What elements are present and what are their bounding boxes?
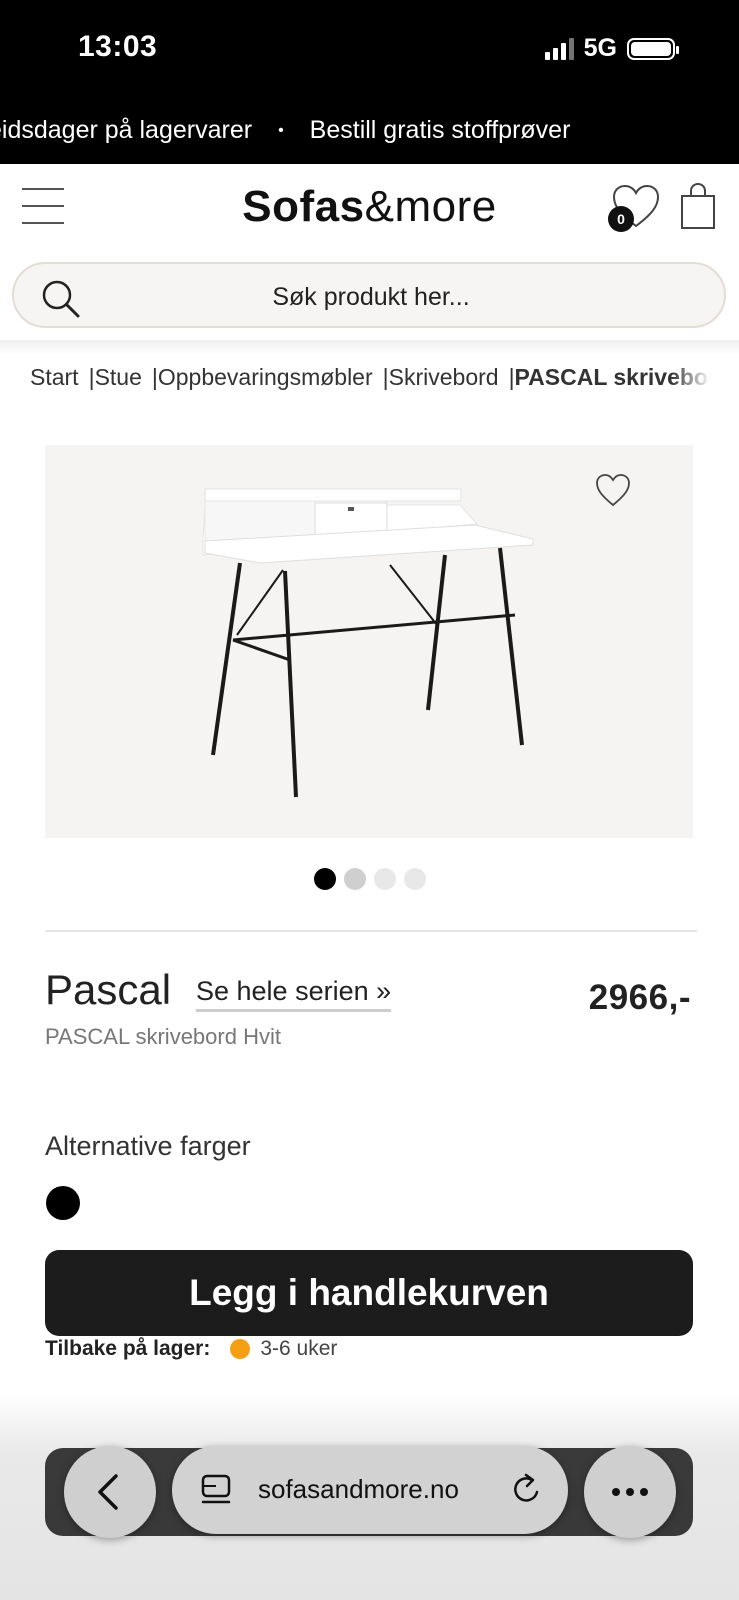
alternative-colors-title: Alternative farger	[45, 1131, 251, 1161]
shopping-bag-icon	[681, 182, 715, 229]
breadcrumb-item-oppbevaringsmobler[interactable]: Oppbevaringsmøbler	[158, 364, 373, 390]
cart-button[interactable]	[678, 182, 718, 230]
ticker-separator: •	[278, 121, 284, 139]
search-input[interactable]: Søk produkt her...	[14, 283, 728, 312]
address-bar[interactable]: sofasandmore.no	[172, 1446, 568, 1534]
stock-status-dot	[230, 1339, 251, 1359]
divider	[45, 930, 697, 932]
signal-icon	[544, 37, 574, 60]
stock-label: Tilbake på lager:	[45, 1337, 211, 1360]
chevron-left-icon	[98, 1474, 118, 1510]
network-label: 5G	[583, 34, 617, 62]
reload-icon[interactable]	[510, 1472, 544, 1508]
product-name: Pascal	[45, 966, 172, 1013]
breadcrumb: Start |Stue |Oppbevaringsmøbler |Skrivebord…	[30, 364, 710, 398]
more-icon	[612, 1488, 648, 1496]
stock-value: 3-6 uker	[260, 1337, 338, 1360]
status-time: 13:03	[78, 30, 158, 63]
status-indicators: 5G	[544, 34, 679, 63]
carousel-dot[interactable]	[373, 868, 396, 890]
series-link[interactable]: Se hele serien »	[196, 976, 392, 1012]
search-bar[interactable]: Søk produkt her...	[12, 262, 726, 328]
back-button[interactable]	[64, 1446, 156, 1538]
product-price: 2966,-	[588, 978, 691, 1017]
more-options-button[interactable]	[584, 1446, 676, 1538]
status-bar: 13:03 5G	[0, 0, 739, 100]
wishlist-button[interactable]: 0	[606, 182, 662, 232]
favorite-heart-icon[interactable]	[594, 472, 632, 508]
breadcrumb-item-stue[interactable]: Stue	[95, 364, 142, 390]
breadcrumb-item-skrivebord[interactable]: Skrivebord	[389, 364, 499, 390]
url-text: sofasandmore.no	[258, 1474, 459, 1504]
breadcrumb-fade	[671, 360, 711, 400]
carousel-dot[interactable]	[313, 868, 336, 890]
add-to-cart-button[interactable]: Legg i handlekurven	[45, 1250, 693, 1336]
site-header: Sofas&more 0	[0, 164, 739, 250]
product-subtitle: PASCAL skrivebord Hvit	[45, 1024, 281, 1049]
stock-status: Tilbake på lager: 3-6 uker	[45, 1337, 337, 1361]
battery-icon	[627, 37, 679, 60]
wishlist-count-badge: 0	[608, 206, 634, 232]
color-swatch-black[interactable]	[46, 1186, 80, 1220]
breadcrumb-item-start[interactable]: Start	[30, 364, 79, 390]
carousel-dot[interactable]	[343, 868, 366, 890]
carousel-dots	[0, 868, 739, 890]
ticker-text-left: eidsdager på lagervarer	[0, 116, 253, 144]
promo-ticker: eidsdager på lagervarer • Bestill gratis…	[0, 100, 739, 164]
carousel-dot[interactable]	[403, 868, 426, 890]
tabs-icon	[201, 1474, 231, 1504]
header-shadow	[0, 340, 739, 354]
ticker-text-right: Bestill gratis stoffprøver	[309, 116, 571, 144]
